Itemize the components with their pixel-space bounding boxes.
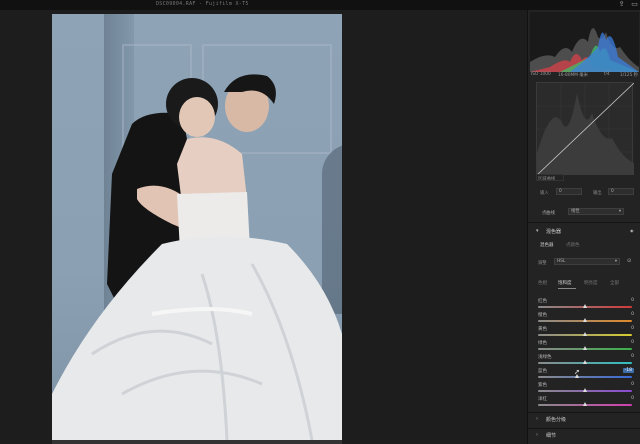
visibility-icon[interactable]: ◉	[630, 228, 634, 233]
subtab-3[interactable]: 全部	[610, 280, 619, 286]
hsl-slider-track[interactable]	[538, 376, 632, 378]
filmstrip-bar	[52, 440, 342, 444]
point-curve-label: 点曲线	[542, 211, 555, 216]
adjust-select[interactable]: HSL ▾	[554, 258, 620, 265]
color-grading-title[interactable]: 颜色分级	[546, 416, 566, 423]
hsl-label: 绿色	[538, 341, 547, 346]
hsl-label: 橙色	[538, 313, 547, 318]
hsl-value[interactable]: 0	[631, 312, 634, 317]
edit-panel: ISO 1000 16-80MM 毫米 f/4 1/125 秒 区域曲线 输入 …	[527, 10, 640, 444]
hsl-label: 洋红	[538, 397, 547, 402]
photo-preview[interactable]	[52, 14, 342, 440]
active-subtab-underline	[558, 288, 576, 289]
hsl-slider-knob[interactable]	[583, 402, 587, 406]
hsl-row: 浅绿色 0	[536, 354, 636, 368]
tab-mixer[interactable]: 混色器	[540, 242, 554, 248]
detail-title[interactable]: 细节	[546, 432, 556, 439]
subtab-2[interactable]: 明亮度	[584, 280, 598, 286]
histogram	[530, 12, 639, 72]
chevron-down-icon: ▾	[614, 259, 617, 264]
chevron-right-icon[interactable]: ›	[536, 416, 538, 422]
divider	[528, 412, 640, 413]
window-icon[interactable]: ▭	[630, 0, 639, 9]
hsl-slider-knob[interactable]	[583, 346, 587, 350]
mixer-title[interactable]: 混色器	[546, 228, 561, 235]
hsl-value[interactable]: 0	[631, 396, 634, 401]
mouse-cursor-icon: ➚	[574, 368, 580, 376]
hsl-row: 蓝色 -18	[536, 368, 636, 382]
hsl-row: 洋红 0	[536, 396, 636, 410]
chevron-right-icon[interactable]: ›	[536, 432, 538, 438]
hsl-slider-knob[interactable]	[583, 388, 587, 392]
hsl-value[interactable]: 0	[631, 298, 634, 303]
hsl-slider-knob[interactable]	[583, 304, 587, 308]
hsl-row: 黄色 0	[536, 326, 636, 340]
hsl-slider-knob[interactable]	[583, 318, 587, 322]
lens-value: 16-80MM 毫米	[558, 73, 588, 78]
histogram-info: ISO 1000 16-80MM 毫米 f/4 1/125 秒	[528, 72, 640, 79]
point-curve-value: 线性	[571, 209, 580, 214]
hsl-row: 橙色 0	[536, 312, 636, 326]
hsl-row: 绿色 0	[536, 340, 636, 354]
chevron-down-icon[interactable]: ▾	[536, 228, 539, 234]
region-curve-box[interactable]	[536, 174, 564, 181]
output-label: 输出	[593, 191, 602, 196]
input-label: 输入	[540, 191, 549, 196]
hsl-value[interactable]: 0	[631, 354, 634, 359]
hsl-value[interactable]: 0	[631, 382, 634, 387]
window-title: DSC09004.RAF - Fujifilm X-T5	[156, 1, 249, 7]
subtab-0[interactable]: 色相	[538, 280, 547, 286]
hsl-slider-knob[interactable]	[583, 332, 587, 336]
hsl-label: 浅绿色	[538, 355, 552, 360]
divider	[528, 428, 640, 429]
point-curve-select[interactable]: 线性 ▾	[568, 208, 624, 215]
hsl-label: 红色	[538, 299, 547, 304]
photo-editor-app: DSC09004.RAF - Fujifilm X-T5 ⇪ ▭ ISO 100…	[0, 0, 640, 444]
output-field[interactable]: 0	[608, 188, 634, 195]
tab-point-color[interactable]: 点颜色	[566, 242, 580, 248]
hsl-value[interactable]: 0	[631, 340, 634, 345]
hsl-row: 红色 0	[536, 298, 636, 312]
tone-curve[interactable]	[536, 82, 635, 176]
shutter-value: 1/125 秒	[620, 73, 639, 78]
target-adjust-icon[interactable]: ⊙	[627, 258, 631, 264]
hsl-slider-knob[interactable]	[583, 360, 587, 364]
couple-illustration	[52, 74, 342, 440]
subtab-1[interactable]: 饱和度	[558, 280, 572, 286]
hsl-row: 紫色 0	[536, 382, 636, 396]
histogram-graph	[530, 28, 639, 72]
adjust-label: 调整	[538, 261, 547, 266]
aperture-value: f/4	[604, 72, 610, 77]
divider	[528, 222, 640, 223]
iso-value: ISO 1000	[531, 72, 551, 77]
curve-graph[interactable]	[536, 82, 635, 176]
chevron-down-icon: ▾	[618, 209, 621, 214]
adjust-value: HSL	[557, 259, 566, 264]
hsl-label: 蓝色	[538, 369, 547, 374]
title-bar: DSC09004.RAF - Fujifilm X-T5 ⇪ ▭	[0, 0, 640, 10]
input-field[interactable]: 0	[556, 188, 582, 195]
hsl-label: 紫色	[538, 383, 547, 388]
image-canvas[interactable]	[0, 10, 527, 444]
hsl-value[interactable]: 0	[631, 326, 634, 331]
hsl-value[interactable]: -18	[622, 368, 634, 373]
hsl-label: 黄色	[538, 327, 547, 332]
share-icon[interactable]: ⇪	[617, 0, 626, 9]
